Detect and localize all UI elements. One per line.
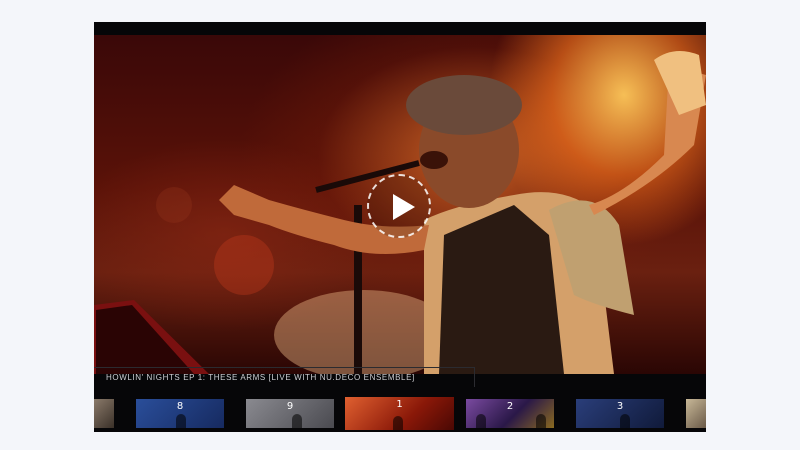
video-player[interactable]: HOWLIN' NIGHTS EP 1: THESE ARMS [LIVE WI… [94,22,706,432]
playlist-thumbnail-9[interactable]: 9 [246,399,334,428]
thumbnail-figure [176,414,186,428]
thumbnail-number: 9 [286,401,294,412]
thumbnail-figure [393,416,403,430]
thumbnail-number: 1 [396,399,403,410]
playlist-thumbnail-partial-left[interactable] [94,399,114,428]
video-frame[interactable] [94,35,706,374]
thumbnail-number: 2 [506,401,514,412]
playlist-thumbnail-1-active[interactable]: 1 [345,397,454,430]
playlist-thumbnail-2[interactable]: 2 [466,399,554,428]
play-icon [393,194,415,220]
thumbnail-figure [536,414,546,428]
thumbnail-figure [620,414,630,428]
video-title: HOWLIN' NIGHTS EP 1: THESE ARMS [LIVE WI… [94,367,475,387]
thumbnail-figure [292,414,302,428]
playlist-carousel[interactable]: 8 9 1 2 3 [94,397,706,430]
thumbnail-number: 8 [176,401,184,412]
playlist-thumbnail-8[interactable]: 8 [136,399,224,428]
playlist-thumbnail-3[interactable]: 3 [576,399,664,428]
playlist-thumbnail-partial-right[interactable] [686,399,706,428]
thumbnail-figure [476,414,486,428]
play-button[interactable] [367,174,431,238]
thumbnail-number: 3 [616,401,624,412]
